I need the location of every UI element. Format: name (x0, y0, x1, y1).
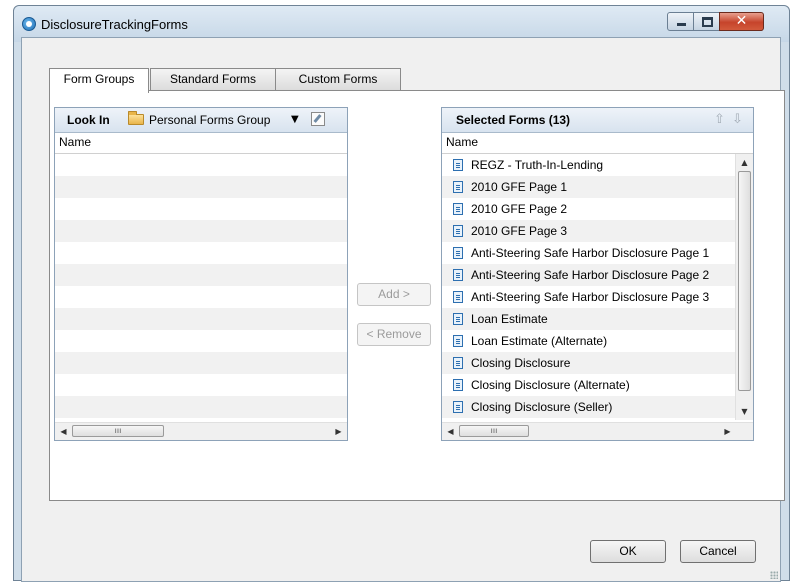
list-item[interactable]: 2010 GFE Page 2 (442, 198, 738, 220)
move-up-icon[interactable]: ⇧ (714, 112, 725, 127)
list-item[interactable] (55, 352, 347, 374)
list-item[interactable]: REGZ - Truth-In-Lending (442, 154, 738, 176)
look-in-bar: Look In Personal Forms Group ▼ (55, 108, 347, 133)
list-item[interactable] (55, 374, 347, 396)
list-item[interactable] (55, 220, 347, 242)
list-item-label: Closing Disclosure (471, 356, 571, 370)
scroll-up-icon[interactable]: ▲ (736, 154, 753, 171)
move-down-icon[interactable]: ⇩ (732, 112, 743, 127)
list-item[interactable] (55, 264, 347, 286)
resize-grip-icon[interactable] (770, 571, 778, 579)
document-icon (453, 269, 463, 281)
maximize-button[interactable] (693, 12, 720, 31)
list-item-label: REGZ - Truth-In-Lending (471, 158, 604, 172)
document-icon (453, 379, 463, 391)
form-groups-panel: Look In Personal Forms Group ▼ Name ◀ ıı… (54, 107, 348, 441)
right-horizontal-scrollbar[interactable]: ◀ ııı ▶ (442, 422, 753, 440)
list-item[interactable]: Anti-Steering Safe Harbor Disclosure Pag… (442, 264, 738, 286)
dialog-client: Form Groups Standard Forms Custom Forms … (21, 37, 785, 582)
right-vscroll-thumb[interactable] (738, 171, 751, 391)
right-name-column-header[interactable]: Name (442, 133, 753, 154)
scroll-right-icon[interactable]: ▶ (330, 423, 347, 440)
list-item[interactable]: Anti-Steering Safe Harbor Disclosure Pag… (442, 242, 738, 264)
list-item[interactable]: 2010 GFE Page 1 (442, 176, 738, 198)
list-item[interactable]: Loan Estimate (442, 308, 738, 330)
list-item-label: Closing Disclosure (Alternate) (471, 378, 630, 392)
list-item[interactable] (55, 176, 347, 198)
window-title: DisclosureTrackingForms (41, 17, 188, 32)
list-item[interactable]: Anti-Steering Safe Harbor Disclosure Pag… (442, 286, 738, 308)
selected-forms-panel: Selected Forms (13) ⇧ ⇩ Name REGZ - Trut… (441, 107, 754, 441)
list-item-label: Loan Estimate (471, 312, 548, 326)
list-item-label: 2010 GFE Page 1 (471, 180, 568, 194)
list-item[interactable] (55, 396, 347, 418)
scroll-right-icon[interactable]: ▶ (719, 423, 736, 440)
list-item[interactable]: Loan Estimate (Alternate) (442, 330, 738, 352)
document-icon (453, 225, 463, 237)
list-item[interactable] (55, 154, 347, 176)
list-item[interactable] (55, 198, 347, 220)
list-item-label: Anti-Steering Safe Harbor Disclosure Pag… (471, 290, 710, 304)
document-icon (453, 291, 463, 303)
app-icon (22, 17, 36, 31)
list-item[interactable] (55, 330, 347, 352)
document-icon (453, 313, 463, 325)
remove-button[interactable]: < Remove (357, 323, 431, 346)
selected-forms-title: Selected Forms (13) (456, 113, 571, 127)
list-item-label: Anti-Steering Safe Harbor Disclosure Pag… (471, 268, 710, 282)
tab-form-groups[interactable]: Form Groups (49, 68, 149, 93)
document-icon (453, 401, 463, 413)
edit-icon[interactable] (311, 112, 325, 126)
document-icon (453, 335, 463, 347)
look-in-label: Look In (67, 113, 110, 127)
left-scroll-thumb[interactable]: ııı (72, 425, 164, 437)
list-item-label: Loan Estimate (Alternate) (471, 334, 608, 348)
list-item[interactable]: Closing Disclosure (Seller) (442, 396, 738, 418)
document-icon (453, 159, 463, 171)
list-item-label: 2010 GFE Page 2 (471, 202, 568, 216)
look-in-dropdown[interactable]: Personal Forms Group (149, 113, 270, 127)
scroll-left-icon[interactable]: ◀ (55, 423, 72, 440)
document-icon (453, 181, 463, 193)
cancel-button[interactable]: Cancel (680, 540, 756, 563)
list-item[interactable]: 2010 GFE Page 3 (442, 220, 738, 242)
scroll-down-icon[interactable]: ▼ (736, 403, 753, 420)
close-icon: ✕ (735, 13, 748, 29)
list-item[interactable] (55, 242, 347, 264)
ok-button[interactable]: OK (590, 540, 666, 563)
list-item[interactable] (55, 286, 347, 308)
list-item[interactable]: Closing Disclosure (442, 352, 738, 374)
list-item[interactable]: Closing Disclosure (Alternate) (442, 374, 738, 396)
list-item-label: Anti-Steering Safe Harbor Disclosure Pag… (471, 246, 710, 260)
add-button[interactable]: Add > (357, 283, 431, 306)
right-hscroll-thumb[interactable]: ııı (459, 425, 529, 437)
left-name-column-header[interactable]: Name (55, 133, 347, 154)
list-item-label: Closing Disclosure (Seller) (471, 400, 613, 414)
tab-standard-forms[interactable]: Standard Forms (150, 68, 276, 91)
dropdown-arrow-icon[interactable]: ▼ (291, 114, 299, 125)
minimize-button[interactable] (667, 12, 694, 31)
selected-forms-header: Selected Forms (13) ⇧ ⇩ (442, 108, 753, 133)
folder-icon (128, 111, 144, 125)
scroll-left-icon[interactable]: ◀ (442, 423, 459, 440)
document-icon (453, 357, 463, 369)
list-item-label: 2010 GFE Page 3 (471, 224, 568, 238)
dialog-window: DisclosureTrackingForms ✕ Form Groups St… (13, 5, 790, 582)
tab-custom-forms[interactable]: Custom Forms (275, 68, 401, 91)
left-horizontal-scrollbar[interactable]: ◀ ııı ▶ (55, 422, 347, 440)
document-icon (453, 247, 463, 259)
list-item[interactable] (55, 308, 347, 330)
right-vertical-scrollbar[interactable]: ▲ ▼ (735, 154, 753, 420)
tab-panel: Look In Personal Forms Group ▼ Name ◀ ıı… (49, 90, 785, 501)
close-button[interactable]: ✕ (719, 12, 764, 31)
document-icon (453, 203, 463, 215)
